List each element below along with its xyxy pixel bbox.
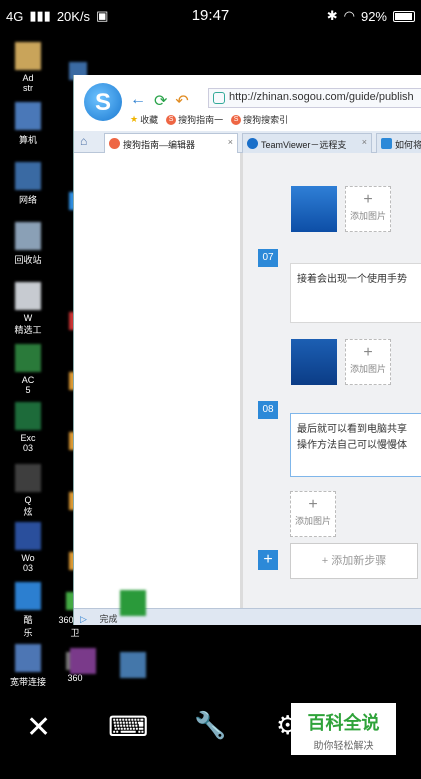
step-image[interactable] [291,339,337,385]
remote-desktop[interactable]: Adstr算机网络回收站W精选工AC5Exc03Q炫Wo03酷乐宽带连接 腾腾央… [0,32,421,692]
desktop-icon-label: str [23,83,33,93]
status-icon: ▷ [80,614,87,624]
bookmark-item[interactable]: S 搜狗指南一 [166,113,223,126]
desktop-icon-label: Ad [22,73,34,83]
app-icon [15,42,41,70]
app-icon [15,344,41,372]
app-icon [15,222,41,250]
sogou-icon: S [166,114,177,125]
sogou-icon: S [231,114,242,125]
nav-buttons: ← ⟳ ↶ [130,91,189,111]
editor-content: + 添加图片 07 接着会出现一个使用手势 + 添加图片 08 最后就可以看到电脑共… [74,153,421,608]
app-icon [15,402,41,430]
teamviewer-icon [247,138,258,149]
blank-panel [74,153,242,608]
tab-howto[interactable]: 如何将 [376,133,421,153]
desktop-icon-label: 回收站 [14,255,42,265]
app-icon [15,282,41,310]
desktop-icon-label: 03 [22,443,33,453]
app-icon [15,102,41,130]
desktop-icon[interactable]: 回收站 [0,222,56,266]
close-icon[interactable]: ✕ [26,710,51,745]
desktop-icon[interactable]: Q炫 [0,464,56,518]
app-icon [15,644,41,672]
sogou-icon [109,138,120,149]
page-icon [381,138,392,149]
scrollbar[interactable] [240,153,243,608]
app-icon [15,464,41,492]
status-bar: 4G ▮▮▮ 20K/s ▣ 19:47 ✱ ◠ 92% [0,0,421,32]
step-text[interactable]: 最后就可以看到电脑共享 操作方法自己可以慢慢体 [290,413,421,477]
secure-icon [213,92,225,104]
desktop-icon-label: 精选工 [14,325,42,335]
tab-sogou-editor[interactable]: 搜狗指南—编辑器 × [104,133,238,153]
desktop-icon-label: 360 [67,673,83,683]
tab-teamviewer[interactable]: TeamViewer－远程支 × [242,133,372,153]
watermark-logo: 百科全说 助你轻松解决 [291,703,396,755]
desktop-icon-label: Wo [21,553,35,563]
desktop-icon[interactable]: Exc 03 [0,402,56,453]
add-image-button[interactable]: + 添加图片 [345,339,391,385]
bluetooth-icon: ✱ [326,8,338,23]
desktop-icon[interactable]: 算机 [0,102,56,146]
add-image-button[interactable]: + 添加图片 [290,491,336,537]
close-tab-icon[interactable]: × [362,137,367,147]
desktop-icon-label: 乐 [23,628,33,638]
status-text: 完成 [99,614,118,624]
desktop-icon[interactable]: Wo 03 [0,522,56,573]
desktop-icon[interactable]: W 精选工 [0,282,56,336]
desktop-icon[interactable]: AC 5 [0,344,56,395]
step-number: 07 [258,249,278,267]
undo-icon[interactable]: ↶ [175,91,188,111]
keyboard-icon[interactable]: ⌨ [108,710,148,743]
desktop-icon-label: 网络 [18,195,37,205]
app-icon [15,582,41,610]
add-new-step-button[interactable]: + 添加新步骤 [290,543,418,579]
desktop-icon-label: 算机 [18,135,37,145]
desktop-icon[interactable]: 酷乐 [0,582,56,639]
star-icon: ★ [130,114,139,124]
bookmark-favorites[interactable]: ★ 收藏 [130,113,158,126]
desktop-icon[interactable]: Ad str [0,42,56,93]
desktop-icon-label: 炫 [23,507,33,517]
close-tab-icon[interactable]: × [228,137,233,147]
app-icon[interactable] [120,652,146,678]
wrench-icon[interactable]: 🔧 [194,710,226,741]
bookmarks-bar: ★ 收藏 S 搜狗指南一 S 搜狗搜索引 [130,113,288,126]
refresh-icon[interactable]: ⟳ [154,91,167,111]
battery-percent: 92% [360,8,387,24]
address-bar[interactable]: http://zhinan.sogou.com/guide/publish [208,88,421,108]
app-icon [15,522,41,550]
step-number: 08 [258,401,278,419]
desktop-icon-label: W [23,313,33,323]
desktop-icon-label: 酷 [23,615,33,625]
battery-icon [393,10,415,22]
tab-bar: ⌂ 搜狗指南—编辑器 × TeamViewer－远程支 × 如何将 [74,131,421,153]
desktop-icon-label: AC [21,375,35,385]
app-icon [15,162,41,190]
app-icon[interactable] [120,590,146,616]
add-step-plus-button[interactable]: + [258,550,278,570]
desktop-icon-label: Exc [20,433,36,443]
home-icon[interactable]: ⌂ [80,134,98,150]
bookmark-item[interactable]: S 搜狗搜索引 [231,113,288,126]
step-image[interactable] [291,186,337,232]
sogou-logo-icon: S [84,83,122,121]
desktop-icon[interactable]: 网络 [0,162,56,206]
app-icon[interactable] [70,648,96,674]
desktop-icon-label: 5 [25,385,31,395]
add-image-button[interactable]: + 添加图片 [345,186,391,232]
desktop-icon-label: 宽带连接 [9,677,46,687]
url-text: http://zhinan.sogou.com/guide/publish [229,91,414,103]
wifi-icon: ◠ [343,8,355,23]
back-icon[interactable]: ← [130,91,146,111]
desktop-icon-label: Q [24,495,32,505]
desktop-icon-label: 03 [22,563,33,573]
desktop-icon[interactable]: 宽带连接 [0,644,56,688]
browser-window: S ← ⟳ ↶ http://zhinan.sogou.com/guide/pu… [73,75,421,625]
step-text[interactable]: 接着会出现一个使用手势 [290,263,421,323]
